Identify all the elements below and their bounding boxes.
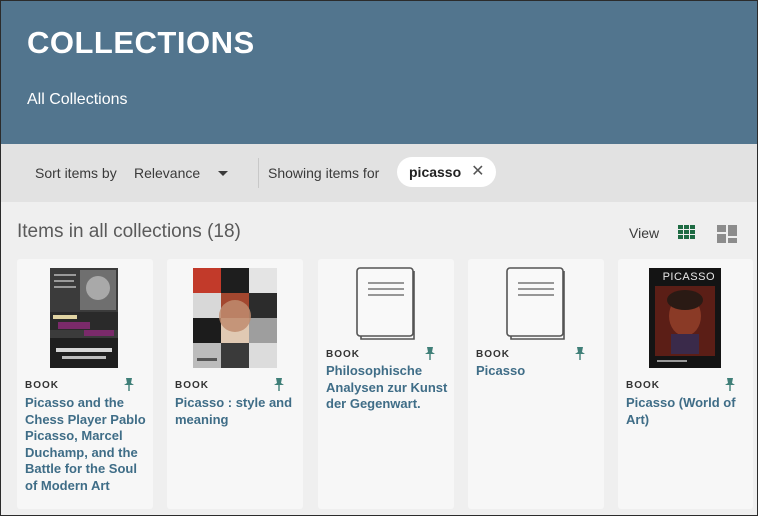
grid-view-icon[interactable] [678,225,695,241]
cover-title: PICASSO [662,271,715,283]
collections-page: COLLECTIONS All Collections Sort items b… [0,0,758,516]
book-placeholder-icon[interactable] [506,267,566,341]
item-title-link[interactable]: Picasso : style and meaning [175,395,299,428]
page-title: COLLECTIONS [27,25,255,60]
pin-icon[interactable] [123,377,135,391]
book-placeholder-icon[interactable] [356,267,416,341]
book-cover-image[interactable] [193,268,277,368]
sort-value: Relevance [134,165,201,181]
item-type-label: BOOK [326,349,360,360]
masonry-view-icon[interactable] [717,225,737,243]
view-label: View [629,225,660,241]
filter-chip-text: picasso [409,164,462,180]
item-card[interactable]: PICASSO BOOK Picasso (World of Art) [618,259,753,509]
item-type-label: BOOK [476,349,510,360]
item-title-link[interactable]: Picasso and the Chess Player Pablo Picas… [25,395,149,494]
pin-icon[interactable] [574,346,586,360]
showing-items-label: Showing items for [268,165,380,181]
sort-dropdown[interactable]: Relevance [134,158,239,188]
item-card[interactable]: BOOK Philosophische Analysen zur Kunst d… [318,259,454,509]
sort-label: Sort items by [35,165,117,181]
pin-icon[interactable] [724,377,736,391]
item-card[interactable]: BOOK Picasso : style and meaning [167,259,303,509]
header-banner: COLLECTIONS All Collections [1,1,757,144]
filter-toolbar: Sort items by Relevance Showing items fo… [1,144,757,202]
pin-icon[interactable] [424,346,436,360]
book-cover-image[interactable]: PICASSO [649,268,721,368]
item-title-link[interactable]: Philosophische Analysen zur Kunst der Ge… [326,363,450,413]
item-type-label: BOOK [25,380,59,391]
close-icon[interactable]: ✕ [471,164,484,180]
item-type-row: BOOK [25,377,145,394]
breadcrumb-all-collections[interactable]: All Collections [27,91,127,109]
item-type-label: BOOK [626,380,660,391]
chevron-down-icon [218,170,229,176]
item-type-row: BOOK [175,377,295,394]
results-heading: Items in all collections (18) [17,221,241,242]
item-type-row: BOOK [626,377,746,394]
item-type-row: BOOK [326,346,446,363]
item-title-link[interactable]: Picasso [476,363,600,380]
toolbar-divider [258,158,259,188]
pin-icon[interactable] [273,377,285,391]
item-type-row: BOOK [476,346,596,363]
item-card[interactable]: BOOK Picasso and the Chess Player Pablo … [17,259,153,509]
search-filter-chip: picasso ✕ [397,157,496,187]
item-title-link[interactable]: Picasso (World of Art) [626,395,750,428]
book-cover-image[interactable] [50,268,118,368]
item-card[interactable]: BOOK Picasso [468,259,604,509]
item-type-label: BOOK [175,380,209,391]
